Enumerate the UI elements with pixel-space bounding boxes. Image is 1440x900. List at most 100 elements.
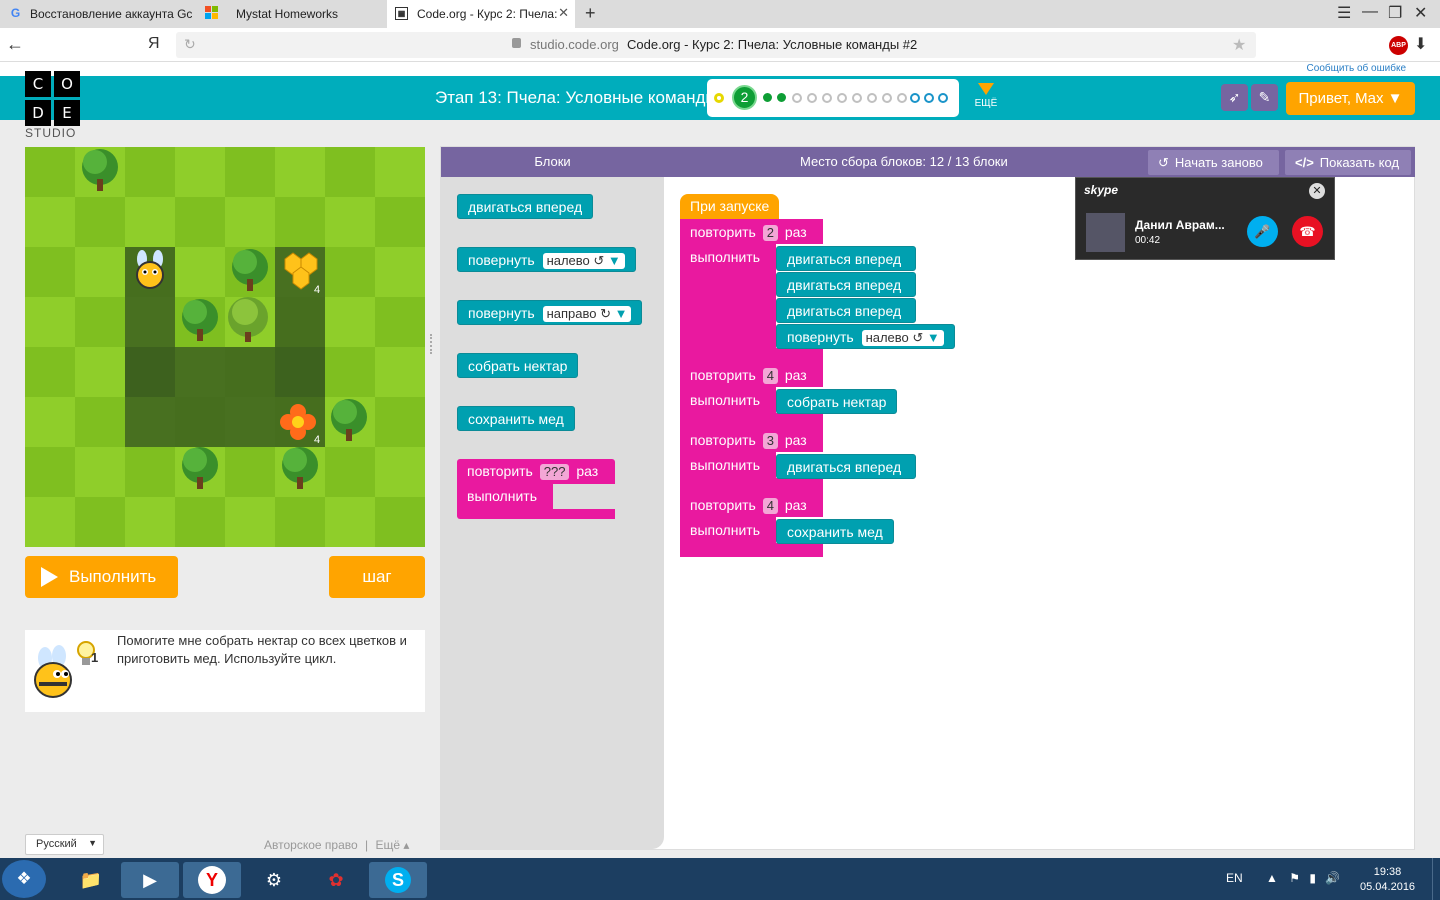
move-forward-block[interactable]: двигаться вперед (776, 246, 916, 271)
grass-tile (275, 197, 325, 247)
restart-icon: ↺ (1158, 155, 1169, 170)
media-player-icon[interactable]: ▶ (121, 862, 179, 898)
close-tab-icon[interactable]: ✕ (558, 5, 569, 21)
back-arrow-icon[interactable]: ← (6, 34, 24, 55)
close-window-icon[interactable]: ✕ (1414, 3, 1427, 23)
turn-direction-dropdown[interactable]: налево ↺ ▼ (861, 330, 944, 346)
grass-tile (25, 347, 75, 397)
new-tab-button[interactable]: + (585, 3, 596, 24)
level-dot[interactable] (822, 93, 832, 103)
minimize-icon[interactable]: — (1362, 3, 1378, 21)
user-menu-button[interactable]: Привет, Max ▼ (1286, 82, 1415, 115)
grass-tile (325, 297, 375, 347)
turn-block[interactable]: повернуть налево ↺ ▼ (776, 324, 955, 349)
grass-tile (175, 147, 225, 197)
volume-icon[interactable]: 🔊 (1325, 871, 1340, 885)
repeat-count-input[interactable]: 4 (762, 368, 778, 384)
tab-mystat[interactable]: Mystat Homeworks (196, 0, 384, 28)
grass-tile (175, 247, 225, 297)
turn-direction-dropdown[interactable]: налево ↺ ▼ (542, 253, 625, 269)
make-honey-block[interactable]: сохранить мед (776, 519, 894, 544)
pencil-icon[interactable]: ✎ (1251, 84, 1278, 111)
adblock-icon[interactable]: ABP (1389, 36, 1408, 55)
yandex-browser-icon[interactable]: Y (183, 862, 241, 898)
start-button[interactable]: ❖ (2, 860, 46, 898)
level-dot[interactable] (792, 93, 802, 103)
move-forward-block[interactable]: двигаться вперед (776, 454, 916, 479)
network-icon[interactable]: ▮ (1309, 871, 1316, 885)
footer-more-link[interactable]: Ещё ▴ (375, 838, 409, 852)
level-dot[interactable] (714, 93, 724, 103)
flower-count: 4 (314, 434, 320, 446)
rocket-icon[interactable]: ➶ (1221, 84, 1248, 111)
google-icon: G (10, 6, 21, 20)
tray-expand-icon[interactable]: ▲ (1266, 871, 1278, 885)
level-dot[interactable] (837, 93, 847, 103)
more-levels-button[interactable]: ЕЩЁ (972, 83, 1000, 109)
toolbox-turn-left-block[interactable]: повернуть налево ↺ ▼ (457, 247, 636, 272)
steam-icon[interactable]: ⚙ (245, 862, 303, 898)
toolbox-repeat-block[interactable]: повторить ??? раз выполнить (457, 459, 615, 519)
panel-resize-handle[interactable] (430, 334, 434, 354)
level-dot[interactable] (897, 93, 907, 103)
close-icon[interactable]: ✕ (1309, 183, 1325, 199)
turn-label: повернуть (468, 252, 535, 268)
level-dot[interactable] (867, 93, 877, 103)
level-dot[interactable] (882, 93, 892, 103)
move-forward-block[interactable]: двигаться вперед (776, 272, 916, 297)
flag-icon[interactable]: ⚑ (1289, 871, 1300, 885)
language-select[interactable]: Русский ▼ (25, 834, 104, 855)
skype-taskbar-icon[interactable]: S (369, 862, 427, 898)
run-button[interactable]: Выполнить (25, 556, 178, 598)
toolbox-collect-nectar-block[interactable]: собрать нектар (457, 353, 579, 378)
bookmark-star-icon[interactable]: ★ (1232, 35, 1246, 55)
step-button[interactable]: шаг (329, 556, 425, 598)
logo-letter: D (25, 100, 51, 126)
restart-button[interactable]: ↺ Начать заново (1148, 150, 1279, 175)
report-bug-link[interactable]: Сообщить об ошибке (1307, 63, 1406, 74)
menu-icon[interactable]: ☰ (1337, 3, 1351, 23)
yandex-icon[interactable]: Я (148, 35, 160, 53)
show-code-button[interactable]: </> Показать код (1285, 150, 1411, 175)
repeat-count-input[interactable]: 2 (762, 225, 778, 241)
toolbox-turn-right-block[interactable]: повернуть направо ↻ ▼ (457, 300, 643, 325)
system-tray: EN ▲ ⚑ ▮ 🔊 (1226, 871, 1340, 885)
level-dot[interactable] (924, 93, 934, 103)
level-dot[interactable] (807, 93, 817, 103)
level-dot[interactable] (763, 93, 772, 102)
tab-label: Восстановление аккаунта Gc (30, 7, 192, 21)
repeat-count-input[interactable]: 3 (762, 433, 778, 449)
collect-nectar-block[interactable]: собрать нектар (776, 389, 898, 414)
turn-direction-dropdown[interactable]: направо ↻ ▼ (542, 306, 632, 322)
tab-codeorg[interactable]: ▦ Code.org - Курс 2: Пчела: ✕ (387, 0, 575, 28)
skype-logo: skype (1084, 183, 1119, 197)
caller-avatar (1086, 213, 1125, 252)
level-dot[interactable] (852, 93, 862, 103)
codeorg-icon: ▦ (395, 7, 408, 20)
level-dot[interactable] (777, 93, 786, 102)
toolbox-make-honey-block[interactable]: сохранить мед (457, 406, 575, 431)
restore-icon[interactable]: ❐ (1388, 3, 1402, 23)
level-dot[interactable] (910, 93, 920, 103)
codeorg-logo[interactable]: C O D E (25, 71, 81, 127)
maze-canvas: 4 4 (25, 147, 425, 547)
language-indicator[interactable]: EN (1226, 871, 1243, 885)
repeat-count-input[interactable]: 4 (762, 498, 778, 514)
game-icon[interactable]: ✿ (307, 862, 365, 898)
toolbox-move-forward-block[interactable]: двигаться вперед (457, 194, 594, 219)
move-forward-block[interactable]: двигаться вперед (776, 298, 916, 323)
when-run-block[interactable]: При запуске (680, 194, 780, 219)
download-icon[interactable]: ⬇ (1414, 34, 1427, 54)
copyright-link[interactable]: Авторское право (264, 838, 358, 852)
clock[interactable]: 19:38 05.04.2016 (1360, 865, 1415, 895)
current-level[interactable]: 2 (732, 85, 757, 110)
explorer-icon[interactable]: 📁 (62, 862, 120, 898)
level-dot[interactable] (938, 93, 948, 103)
grass-tile (325, 347, 375, 397)
microphone-icon[interactable]: 🎤 (1247, 216, 1278, 247)
repeat-count-input[interactable]: ??? (539, 464, 570, 480)
reload-icon[interactable]: ↻ (184, 36, 196, 53)
hang-up-icon[interactable]: ☎ (1292, 216, 1323, 247)
show-desktop-button[interactable] (1432, 858, 1440, 900)
tab-account-recovery[interactable]: G Восстановление аккаунта Gc (0, 0, 192, 28)
